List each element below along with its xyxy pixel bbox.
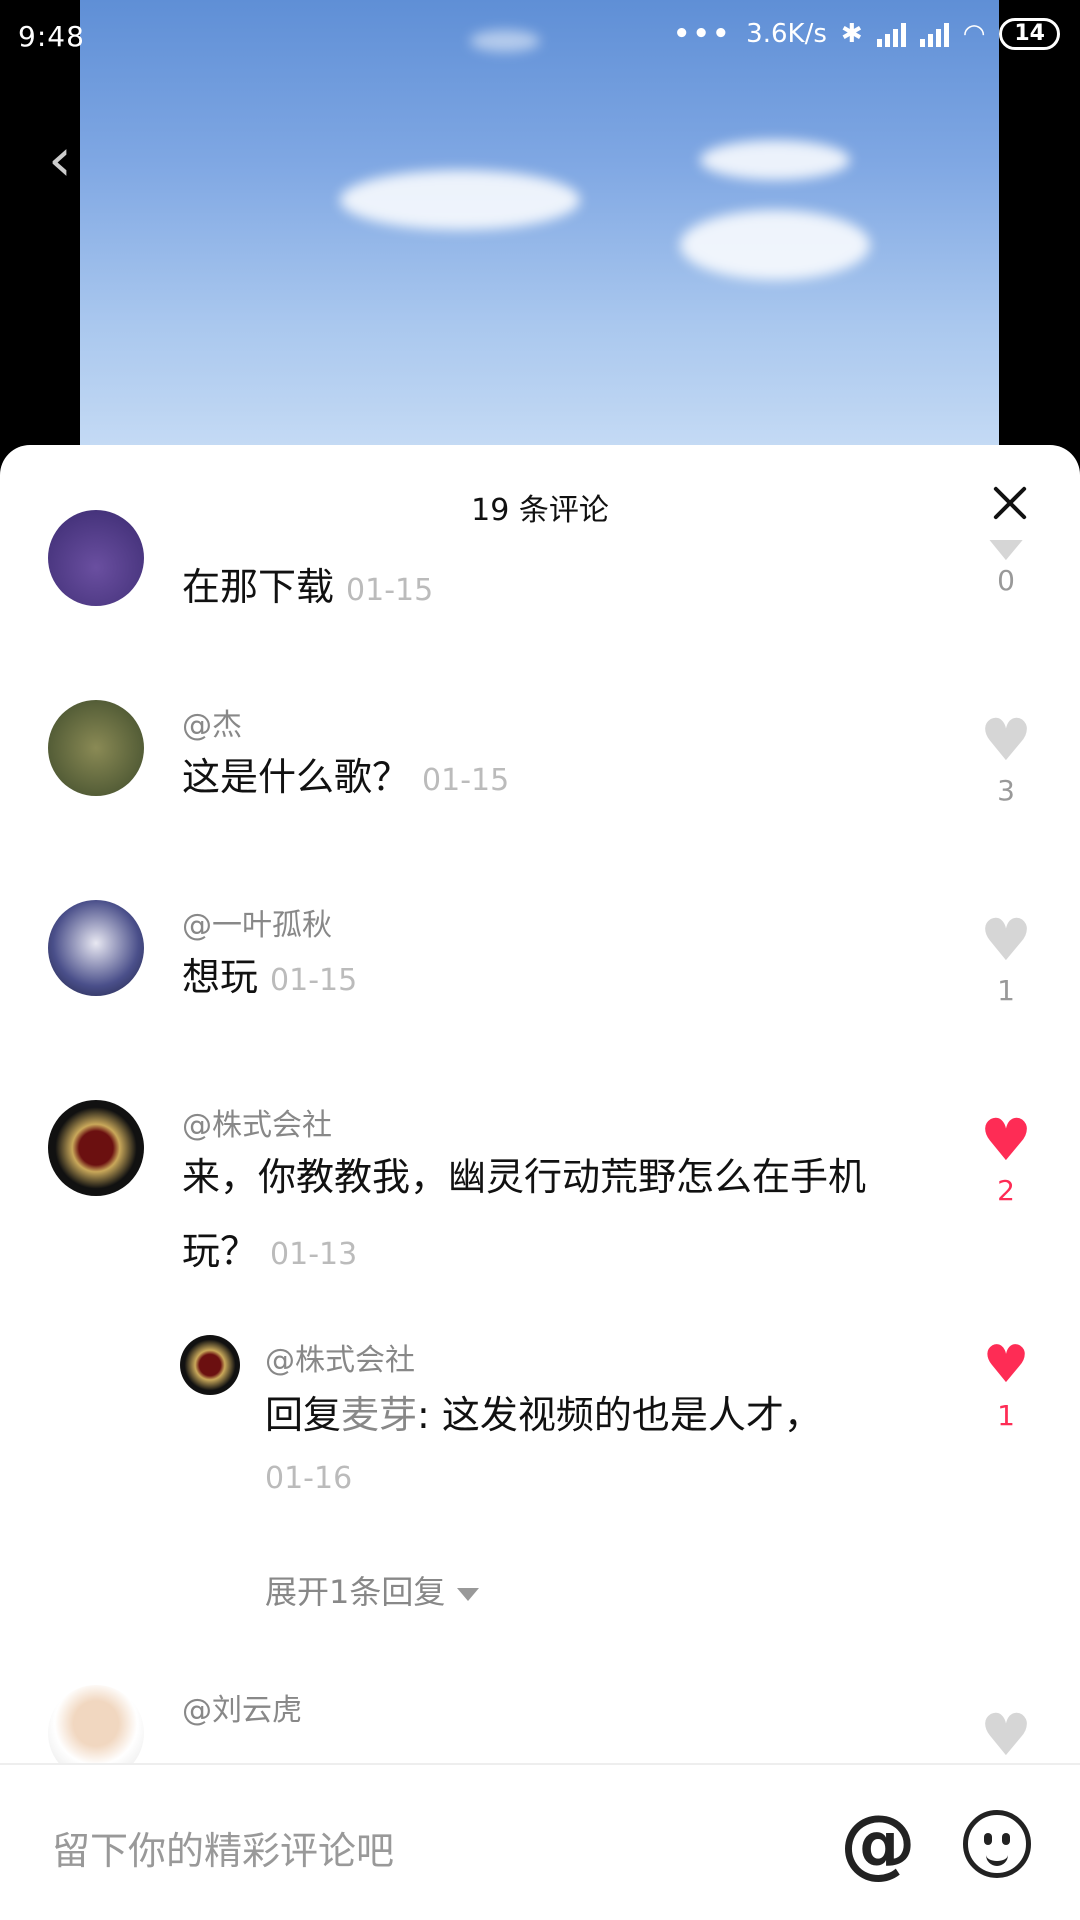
like-count: 0 [997,564,1015,597]
expand-replies-button[interactable]: 展开1条回复 [265,1567,480,1613]
signal-icon [919,21,949,47]
cloud [340,170,580,230]
wifi-icon: ◠ [962,19,986,49]
close-icon[interactable] [988,481,1032,525]
avatar[interactable] [48,510,144,606]
reply-body: : 这发视频的也是人才， [417,1393,822,1437]
comment-input-bar: 留下你的精彩评论吧 @ [0,1763,1080,1920]
like-count: 1 [997,974,1015,1007]
comment-username[interactable]: @杰 [182,700,242,744]
heart-icon: ♥ [980,1701,1032,1769]
comment-date: 01-15 [422,763,510,798]
emoji-eye [984,1833,992,1845]
avatar[interactable] [48,1100,144,1196]
signal-icon [876,21,906,47]
comment-body: 这是什么歌？ [182,755,411,799]
comment-date: 01-13 [270,1237,358,1272]
like-button[interactable]: ♥ 0 [976,540,1036,597]
bluetooth-icon: ✱ [840,19,863,49]
comment-body: 在那下载 [182,565,335,609]
reply-prefix: 回复 [265,1393,342,1437]
expand-replies-label: 展开1条回复 [265,1573,446,1611]
heart-icon: ♥ [980,1106,1032,1174]
network-speed: 3.6K/s [746,19,827,49]
back-icon[interactable]: ‹ [48,130,88,190]
reply-target-user[interactable]: 麦芽 [341,1393,417,1437]
reply-date: 01-16 [265,1461,353,1496]
like-count: 3 [997,774,1015,807]
comment-count-title: 19 条评论 [471,493,609,528]
heart-icon: ♥ [980,906,1032,974]
chevron-down-icon [457,1587,480,1601]
cloud [700,140,850,180]
like-button[interactable]: ♥ 3 [976,710,1036,807]
heart-icon: ♥ [982,1335,1030,1395]
more-dots-icon: ••• [673,19,733,49]
at-icon[interactable]: @ [840,1803,916,1883]
comment-item: @杰 这是什么歌？ 01-15 ♥ 3 [0,700,1080,880]
like-count: 2 [997,1174,1015,1207]
comment-input[interactable]: 留下你的精彩评论吧 [52,1820,394,1875]
like-button[interactable]: ♥ 1 [976,910,1036,1007]
reply-username[interactable]: @株式会社 [265,1335,415,1379]
like-button[interactable]: ♥ 1 [976,1335,1036,1432]
like-count: 1 [997,1399,1015,1432]
status-bar: 9:48 ••• 3.6K/s ✱ ◠ 14 [0,0,1080,72]
comment-date: 01-15 [346,573,434,608]
comment-text: 想玩 01-15 [182,940,882,1018]
emoji-icon[interactable] [963,1810,1031,1878]
heart-icon: ♥ [980,706,1032,774]
cloud [680,210,870,280]
reply-text: 回复麦芽: 这发视频的也是人才， 01-16 [265,1390,915,1504]
avatar[interactable] [48,700,144,796]
comment-text: 在那下载 01-15 [182,550,882,628]
comment-item: @一叶孤秋 想玩 01-15 ♥ 1 [0,900,1080,1080]
comment-item: 在那下载 01-15 ♥ 0 [0,510,1080,670]
comment-item: @株式会社 来，你教教我，幽灵行动荒野怎么在手机玩？ 01-13 ♥ 2 [0,1100,1080,1350]
comment-date: 01-15 [270,963,358,998]
battery-icon: 14 [999,18,1060,50]
avatar[interactable] [180,1335,240,1395]
comment-username[interactable]: @刘云虎 [182,1685,302,1729]
comment-text: 这是什么歌？ 01-15 [182,740,882,818]
heart-icon: ♥ [976,540,1036,560]
comment-sheet: 19 条评论 在那下载01-15 ♥ 0 @杰 这是什么歌？01-15 ♥ 3 … [0,445,1080,1920]
like-button[interactable]: ♥ 2 [976,1110,1036,1207]
status-time: 9:48 [18,20,85,53]
reply-item: @株式会社 回复麦芽: 这发视频的也是人才， 01-16 ♥ 1 [0,1335,1080,1585]
comment-text: 来，你教教我，幽灵行动荒野怎么在手机玩？ 01-13 [182,1140,882,1292]
emoji-mouth [986,1851,1008,1866]
comment-username[interactable]: @株式会社 [182,1100,332,1144]
avatar[interactable] [48,900,144,996]
comment-body: 想玩 [182,955,259,999]
like-button[interactable]: ♥ [976,1705,1036,1765]
sheet-header: 19 条评论 [0,445,1080,555]
comment-username[interactable]: @一叶孤秋 [182,900,332,944]
emoji-eye [1002,1833,1010,1845]
